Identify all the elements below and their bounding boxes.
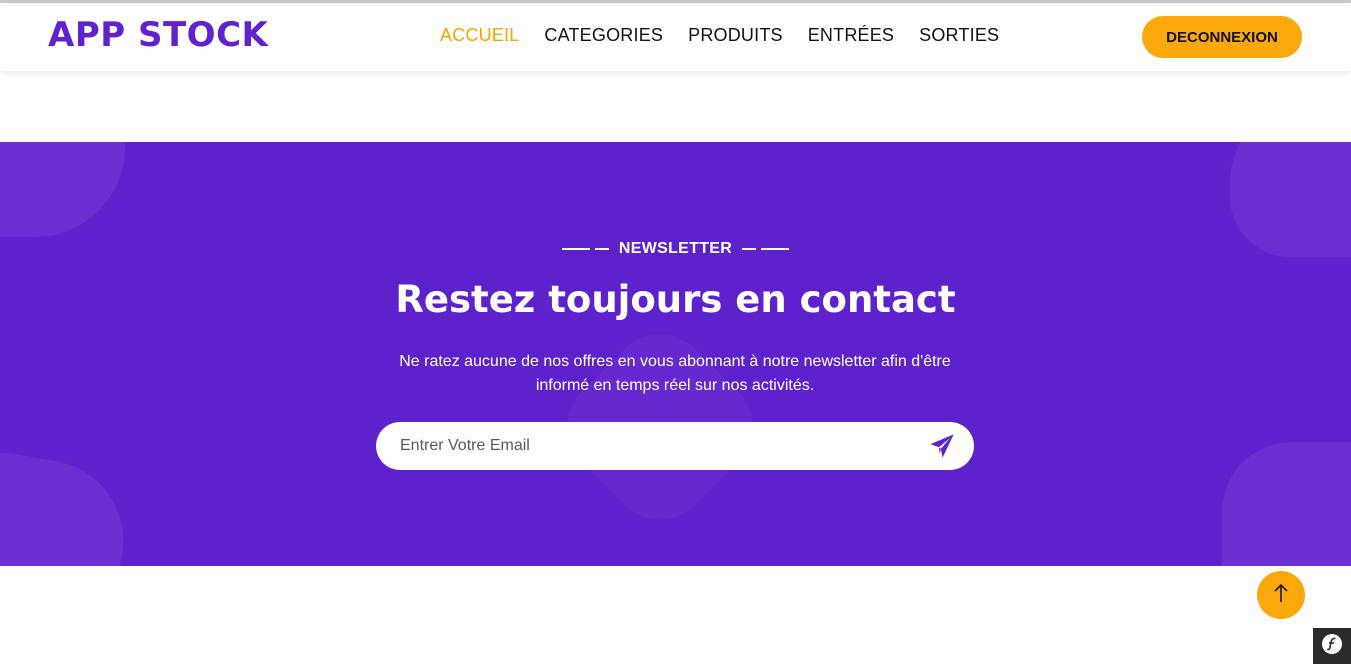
decorative-blob <box>1222 442 1351 566</box>
email-input[interactable] <box>400 422 900 470</box>
decorative-blob <box>0 446 136 566</box>
nav-item-entrees[interactable]: ENTRÉES <box>808 25 894 46</box>
arrow-up-icon <box>1271 582 1291 609</box>
newsletter-title: Restez toujours en contact <box>395 278 956 321</box>
nav-item-accueil[interactable]: ACCUEIL <box>440 25 519 46</box>
site-logo[interactable]: APP STOCK <box>48 15 268 55</box>
nav-item-produits[interactable]: PRODUITS <box>688 25 783 46</box>
dash-decoration-right <box>742 248 790 250</box>
site-header: APP STOCK ACCUEIL CATEGORIES PRODUITS EN… <box>0 3 1351 71</box>
back-to-top-button[interactable] <box>1257 571 1305 619</box>
main-nav: ACCUEIL CATEGORIES PRODUITS ENTRÉES SORT… <box>440 25 999 46</box>
symfony-icon <box>1321 633 1343 660</box>
paper-plane-icon[interactable] <box>928 432 956 460</box>
decorative-blob <box>0 142 125 237</box>
newsletter-eyebrow-label: NEWSLETTER <box>618 240 733 257</box>
logout-button[interactable]: DECONNEXION <box>1142 16 1302 58</box>
debug-toolbar-toggle[interactable] <box>1313 628 1351 664</box>
nav-item-categories[interactable]: CATEGORIES <box>544 25 663 46</box>
newsletter-eyebrow: NEWSLETTER <box>0 240 1351 258</box>
newsletter-description: Ne ratez aucune de nos offres en vous ab… <box>399 353 951 394</box>
newsletter-form <box>376 422 974 470</box>
dash-decoration-left <box>561 248 609 250</box>
newsletter-section: NEWSLETTER Restez toujours en contact Ne… <box>0 142 1351 566</box>
nav-item-sorties[interactable]: SORTIES <box>919 25 999 46</box>
